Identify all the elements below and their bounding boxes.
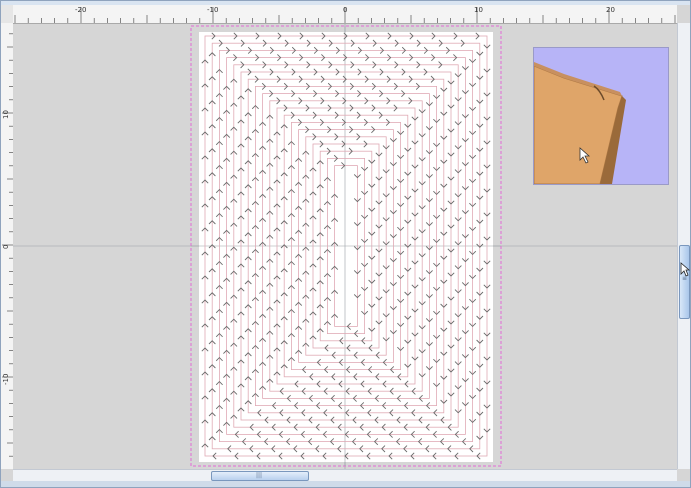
window-bottom-strip — [1, 481, 690, 487]
ruler-label-x-minus-10: -10 — [207, 6, 219, 14]
material-area — [199, 32, 493, 462]
ruler-label-x-0: 0 — [343, 6, 348, 14]
cam-view-window: -20 -10 0 10 20 10 0 -10 ≡ ||| — [0, 0, 691, 488]
ruler-label-y-0: 0 — [2, 244, 10, 249]
ruler-label-y-10: 10 — [2, 110, 10, 119]
grip-icon: ||| — [256, 472, 263, 479]
vertical-scroll-thumb[interactable]: ≡ — [679, 245, 690, 319]
ruler-label-y-minus-10: -10 — [2, 373, 10, 385]
horizontal-ruler: -20 -10 0 10 20 — [13, 5, 677, 24]
3d-preview-drawing — [534, 62, 626, 184]
ruler-label-x-10: 10 — [474, 6, 483, 14]
mouse-cursor-icon — [680, 262, 690, 277]
toolpath-canvas[interactable] — [13, 24, 677, 469]
horizontal-scroll-thumb[interactable]: ||| — [211, 471, 309, 481]
ruler-label-x-minus-20: -20 — [75, 6, 87, 14]
3d-preview-panel[interactable] — [533, 47, 669, 185]
vertical-scrollbar[interactable]: ≡ — [677, 23, 690, 469]
ruler-label-x-20: 20 — [606, 6, 615, 14]
